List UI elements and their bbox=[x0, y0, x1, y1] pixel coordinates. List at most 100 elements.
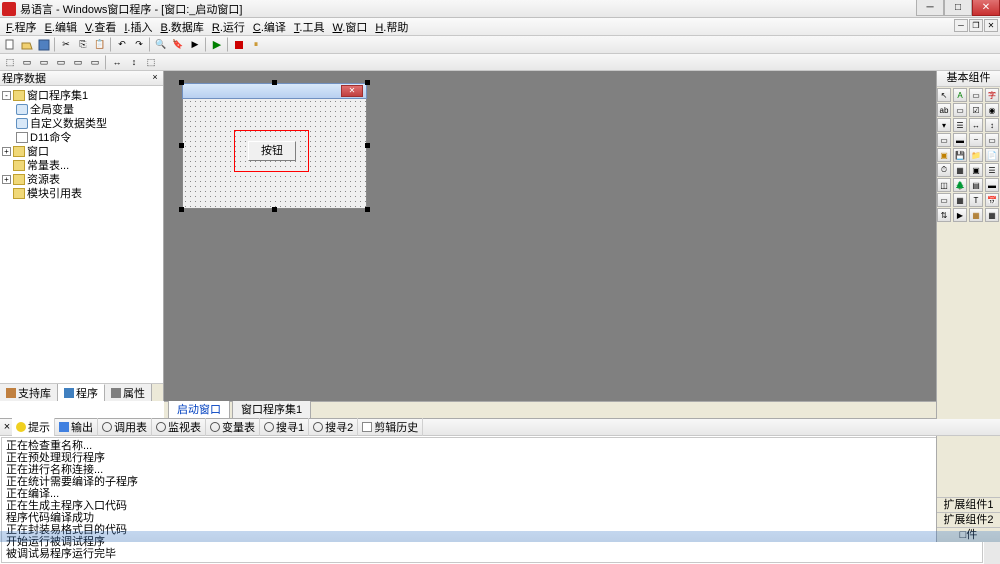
tool-copy[interactable]: ⎘ bbox=[75, 37, 91, 52]
resize-handle[interactable] bbox=[179, 207, 184, 212]
tool-slider-icon[interactable]: ⎯ bbox=[969, 133, 983, 147]
tool-drive-icon[interactable]: 💾 bbox=[953, 148, 967, 162]
tool-vscroll-icon[interactable]: ↕ bbox=[985, 118, 999, 132]
tool-label-icon[interactable]: A bbox=[953, 88, 967, 102]
menu-file[interactable]: F.程序 bbox=[2, 18, 41, 36]
resize-handle[interactable] bbox=[272, 80, 277, 85]
resize-handle[interactable] bbox=[365, 80, 370, 85]
mdi-minimize[interactable]: ─ bbox=[954, 19, 968, 32]
tool-frame-icon[interactable]: ▭ bbox=[937, 133, 951, 147]
tab-support-lib[interactable]: 支持库 bbox=[0, 384, 58, 401]
tool-report-icon[interactable]: ▦ bbox=[969, 208, 983, 222]
design-button[interactable]: 按钮 bbox=[248, 141, 296, 161]
tool-stop[interactable] bbox=[231, 37, 247, 52]
tool-undo[interactable]: ↶ bbox=[114, 37, 130, 52]
tab-clipboard-history[interactable]: 剪辑历史 bbox=[358, 418, 423, 436]
tool-save[interactable] bbox=[36, 37, 52, 52]
tool-new[interactable] bbox=[2, 37, 18, 52]
tree-node[interactable]: 模块引用表 bbox=[2, 186, 161, 200]
design-form[interactable]: ✕ 按钮 bbox=[182, 83, 367, 209]
tool-ole-icon[interactable]: ▣ bbox=[969, 163, 983, 177]
resize-handle[interactable] bbox=[179, 143, 184, 148]
tree-node[interactable]: +资源表 bbox=[2, 172, 161, 186]
close-icon[interactable]: × bbox=[149, 72, 161, 84]
tool-grid-icon[interactable]: ▦ bbox=[985, 208, 999, 222]
design-surface[interactable]: ✕ 按钮 bbox=[164, 71, 936, 401]
output-text[interactable]: 正在检查重名称... 正在预处理现行程序 正在进行名称连接... 正在统计需要编… bbox=[1, 437, 983, 563]
toolbox-section-ext2[interactable]: 扩展组件2 bbox=[937, 512, 1000, 527]
tool-button-icon[interactable]: ▭ bbox=[953, 103, 967, 117]
designer-area[interactable]: ✕ 按钮 bbox=[164, 71, 936, 401]
tool-radio-icon[interactable]: ◉ bbox=[985, 103, 999, 117]
tab-call-table[interactable]: 调用表 bbox=[98, 418, 152, 436]
tab-variables[interactable]: 变量表 bbox=[206, 418, 260, 436]
menu-tools[interactable]: T.工具 bbox=[290, 18, 329, 36]
align-right[interactable]: ▭ bbox=[36, 55, 52, 70]
same-size[interactable]: ⬚ bbox=[143, 55, 159, 70]
tool-animation-icon[interactable]: ▶ bbox=[953, 208, 967, 222]
tab-properties[interactable]: 属性 bbox=[105, 384, 152, 401]
expand-icon[interactable]: + bbox=[2, 147, 11, 156]
form-close-button[interactable]: ✕ bbox=[341, 85, 363, 97]
tool-dir-icon[interactable]: 📁 bbox=[969, 148, 983, 162]
expand-icon[interactable]: + bbox=[2, 175, 11, 184]
menu-help[interactable]: H.帮助 bbox=[371, 18, 412, 36]
tool-pause[interactable]: ⏸ bbox=[248, 37, 264, 52]
tool-listbox-icon[interactable]: ☰ bbox=[953, 118, 967, 132]
collapse-icon[interactable]: - bbox=[2, 91, 11, 100]
close-icon[interactable]: × bbox=[2, 421, 12, 433]
tool-common-dialog-icon[interactable]: ◫ bbox=[937, 178, 951, 192]
tool-imagelist-icon[interactable]: ▦ bbox=[953, 193, 967, 207]
tool-pointer-icon[interactable]: ↖ bbox=[937, 88, 951, 102]
menu-edit[interactable]: E.编辑 bbox=[41, 18, 81, 36]
close-button[interactable]: ✕ bbox=[972, 0, 1000, 16]
menu-window[interactable]: W.窗口 bbox=[328, 18, 371, 36]
mdi-close[interactable]: ✕ bbox=[984, 19, 998, 32]
tab-search1[interactable]: 搜寻1 bbox=[260, 418, 309, 436]
tool-cut[interactable]: ✂ bbox=[58, 37, 74, 52]
toolbox-section-ext1[interactable]: 扩展组件1 bbox=[937, 497, 1000, 512]
tool-listview-icon[interactable]: ▤ bbox=[969, 178, 983, 192]
same-height[interactable]: ↕ bbox=[126, 55, 142, 70]
resize-handle[interactable] bbox=[365, 207, 370, 212]
tab-output[interactable]: 输出 bbox=[55, 418, 98, 436]
tool-tab-icon[interactable]: ▭ bbox=[985, 133, 999, 147]
tool-data-icon[interactable]: ▦ bbox=[953, 163, 967, 177]
tab-hints[interactable]: 提示 bbox=[12, 418, 55, 436]
menu-compile[interactable]: C.编译 bbox=[249, 18, 290, 36]
tool-image-icon[interactable]: ▣ bbox=[937, 148, 951, 162]
tool-shape-icon[interactable]: 字 bbox=[985, 88, 999, 102]
align-left[interactable]: ⬚ bbox=[2, 55, 18, 70]
form-titlebar[interactable]: ✕ bbox=[182, 83, 367, 99]
align-center-h[interactable]: ▭ bbox=[19, 55, 35, 70]
tool-richtext-icon[interactable]: T bbox=[969, 193, 983, 207]
tool-menu-icon[interactable]: ☰ bbox=[985, 163, 999, 177]
tool-checkbox-icon[interactable]: ☑ bbox=[969, 103, 983, 117]
tool-paste[interactable]: 📋 bbox=[92, 37, 108, 52]
form-body[interactable]: 按钮 bbox=[182, 99, 367, 209]
menu-view[interactable]: V.查看 bbox=[81, 18, 120, 36]
tool-next[interactable]: ▶ bbox=[187, 37, 203, 52]
resize-handle[interactable] bbox=[179, 80, 184, 85]
mdi-restore[interactable]: ❐ bbox=[969, 19, 983, 32]
align-middle[interactable]: ▭ bbox=[70, 55, 86, 70]
menu-insert[interactable]: I.插入 bbox=[120, 18, 156, 36]
tab-search2[interactable]: 搜寻2 bbox=[309, 418, 358, 436]
tool-toolbar-icon[interactable]: ▭ bbox=[937, 193, 951, 207]
tree-node[interactable]: 自定义数据类型 bbox=[2, 116, 161, 130]
maximize-button[interactable]: □ bbox=[944, 0, 972, 16]
tab-watch[interactable]: 监视表 bbox=[152, 418, 206, 436]
menu-database[interactable]: B.数据库 bbox=[156, 18, 207, 36]
tool-file-icon[interactable]: 📄 bbox=[985, 148, 999, 162]
tool-timer-icon[interactable]: ⏱ bbox=[937, 163, 951, 177]
tab-window-assembly[interactable]: 窗口程序集1 bbox=[232, 399, 311, 418]
tool-picturebox-icon[interactable]: ▭ bbox=[969, 88, 983, 102]
same-width[interactable]: ↔ bbox=[109, 55, 125, 70]
tool-run[interactable]: ▶ bbox=[209, 37, 225, 52]
tool-open[interactable] bbox=[19, 37, 35, 52]
resize-handle[interactable] bbox=[272, 207, 277, 212]
tree-node[interactable]: -窗口程序集1 bbox=[2, 88, 161, 102]
tool-redo[interactable]: ↷ bbox=[131, 37, 147, 52]
menu-run[interactable]: R.运行 bbox=[208, 18, 249, 36]
tree-node[interactable]: D11命令 bbox=[2, 130, 161, 144]
